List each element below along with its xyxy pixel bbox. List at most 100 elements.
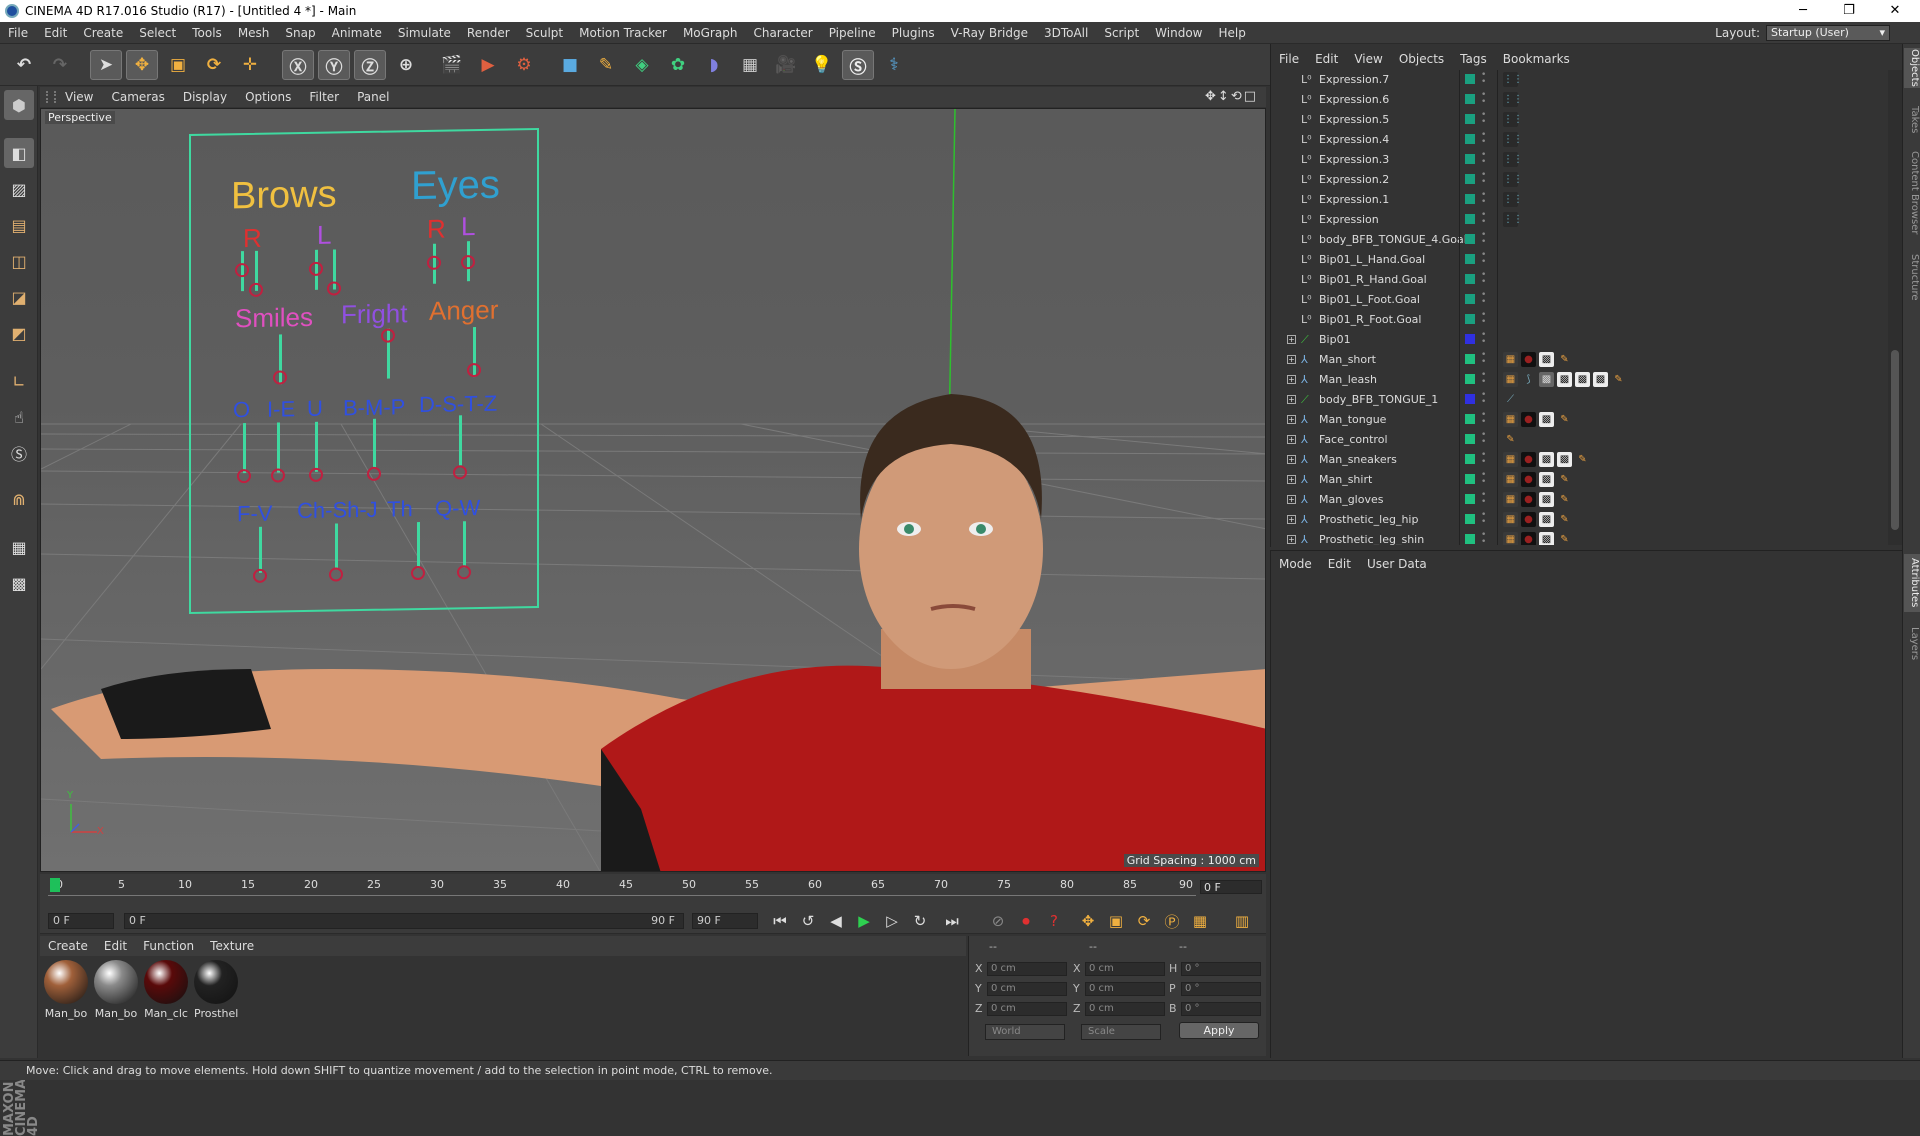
perspective-viewport[interactable]: Perspective Brows Eyes R L R L Smiles Fr… <box>40 108 1266 872</box>
visibility-dots-icon[interactable]: • • <box>1481 471 1486 488</box>
visibility-dots-icon[interactable]: • • <box>1481 211 1486 228</box>
object-name[interactable]: Bip01_R_Hand.Goal <box>1319 273 1427 286</box>
tag-icon[interactable]: ● <box>1521 532 1536 545</box>
attr-menu-edit[interactable]: Edit <box>1320 557 1359 571</box>
material-menu-function[interactable]: Function <box>135 939 202 953</box>
layer-color-swatch[interactable] <box>1465 354 1475 364</box>
object-row[interactable]: + ⅄ Man_tongue • • ▦ ● ▩ ✎ <box>1271 410 1889 430</box>
object-name[interactable]: Bip01 <box>1319 333 1351 346</box>
visibility-dots-icon[interactable]: • • <box>1481 111 1486 128</box>
goto-next-key-icon[interactable]: ↻ <box>908 911 932 931</box>
object-name[interactable]: Bip01_R_Foot.Goal <box>1319 313 1421 326</box>
tag-icon[interactable]: ⟆ <box>1521 372 1536 387</box>
viewport-menu-view[interactable]: View <box>56 90 102 104</box>
obj-menu-edit[interactable]: Edit <box>1307 52 1346 66</box>
brow-l2-knob[interactable] <box>327 281 341 296</box>
menu-mograph[interactable]: MoGraph <box>675 22 746 44</box>
tag-icon[interactable]: ▦ <box>1503 412 1518 427</box>
object-row[interactable]: L⁰ Expression.4 • • ⋮⋮ <box>1271 130 1889 150</box>
tag-icon[interactable]: ▩ <box>1539 512 1554 527</box>
object-name[interactable]: Expression.4 <box>1319 133 1389 146</box>
material-item[interactable]: Man_bo <box>44 960 88 1020</box>
rotate-icon[interactable]: ⟳ <box>198 50 230 80</box>
tag-icon[interactable]: ● <box>1521 452 1536 467</box>
python-icon[interactable]: ⚕ <box>878 50 910 80</box>
object-row[interactable]: L⁰ Bip01_L_Foot.Goal • • <box>1271 290 1889 310</box>
menu-sculpt[interactable]: Sculpt <box>518 22 571 44</box>
material-item[interactable]: Prosthel <box>194 960 238 1020</box>
tag-icon[interactable]: ▦ <box>1503 492 1518 507</box>
tag-icon[interactable]: ⋮⋮ <box>1503 152 1523 167</box>
visibility-dots-icon[interactable]: • • <box>1481 231 1486 248</box>
obj-menu-bookmarks[interactable]: Bookmarks <box>1495 52 1578 66</box>
coord-mode-dropdown[interactable]: Scale <box>1081 1024 1161 1040</box>
viewport-menu-panel[interactable]: Panel <box>348 90 398 104</box>
object-name[interactable]: Bip01_L_Foot.Goal <box>1319 293 1420 306</box>
transform-icon[interactable]: ✛ <box>234 50 266 80</box>
tag-icon[interactable]: ✎ <box>1557 412 1572 427</box>
key-scale-icon[interactable]: ▣ <box>1104 911 1128 931</box>
tag-icon[interactable]: ▩ <box>1539 352 1554 367</box>
visibility-dots-icon[interactable]: • • <box>1481 511 1486 528</box>
pointer-icon[interactable]: ➤ <box>90 50 122 80</box>
anger-knob[interactable] <box>467 362 481 378</box>
tag-icon[interactable]: ⋮⋮ <box>1503 132 1523 147</box>
layer-color-swatch[interactable] <box>1465 114 1475 124</box>
object-list[interactable]: L⁰ Expression.7 • • ⋮⋮ L⁰ Expression.6 • • ⋮⋮ L⁰… <box>1271 70 1889 545</box>
tag-icon[interactable]: ▩ <box>1539 472 1554 487</box>
tag-icon[interactable]: ▦ <box>1503 372 1518 387</box>
tab-layers[interactable]: Layers <box>1904 624 1920 664</box>
viewport-menu-options[interactable]: Options <box>236 90 300 104</box>
menu-pipeline[interactable]: Pipeline <box>821 22 884 44</box>
x-axis-icon[interactable]: Ⓧ <box>282 50 314 80</box>
array-icon[interactable]: ✿ <box>662 50 694 80</box>
points-mode-icon[interactable]: ◫ <box>4 246 34 276</box>
material-menu-create[interactable]: Create <box>40 939 96 953</box>
object-row[interactable]: + ⅄ Man_leash • • ▦ ⟆ ▩ ▩ ▩ ▩ ✎ <box>1271 370 1889 390</box>
menu-plugins[interactable]: Plugins <box>884 22 943 44</box>
material-menu-edit[interactable]: Edit <box>96 939 135 953</box>
scale-icon[interactable]: ▣ <box>162 50 194 80</box>
bmp-knob[interactable] <box>367 466 381 481</box>
size-y-field[interactable]: 0 cm <box>1085 982 1165 996</box>
move-icon[interactable]: ✥ <box>126 50 158 80</box>
qw-knob[interactable] <box>457 565 471 580</box>
goto-prev-key-icon[interactable]: ↺ <box>796 911 820 931</box>
layer-color-swatch[interactable] <box>1465 274 1475 284</box>
visibility-dots-icon[interactable]: • • <box>1481 371 1486 388</box>
brow-r-knob[interactable] <box>235 263 249 278</box>
layer-color-swatch[interactable] <box>1465 414 1475 424</box>
object-row[interactable]: L⁰ Bip01_R_Hand.Goal • • <box>1271 270 1889 290</box>
start-frame-field[interactable]: 0 F <box>48 913 114 929</box>
redo-icon[interactable]: ↷ <box>44 50 76 80</box>
menu-script[interactable]: Script <box>1096 22 1147 44</box>
tag-icon[interactable]: ▦ <box>1503 452 1518 467</box>
tag-icon[interactable]: ⋮⋮ <box>1503 212 1523 227</box>
menu-character[interactable]: Character <box>745 22 820 44</box>
o-knob[interactable] <box>237 468 251 484</box>
step-forward-icon[interactable]: ▷ <box>880 911 904 931</box>
cube-icon[interactable]: ■ <box>554 50 586 80</box>
tag-icon[interactable]: ⋮⋮ <box>1503 72 1523 87</box>
layer-color-swatch[interactable] <box>1465 154 1475 164</box>
menu-file[interactable]: File <box>0 22 36 44</box>
object-name[interactable]: Expression.3 <box>1319 153 1389 166</box>
tag-icon[interactable]: ▩ <box>1593 372 1608 387</box>
workplane-icon[interactable]: ▤ <box>4 210 34 240</box>
object-name[interactable]: Expression.2 <box>1319 173 1389 186</box>
size-z-field[interactable]: 0 cm <box>1085 1002 1165 1016</box>
obj-menu-tags[interactable]: Tags <box>1452 52 1495 66</box>
expand-toggle-icon[interactable]: + <box>1287 395 1296 404</box>
object-row[interactable]: + ⅄ Prosthetic_leg_hip • • ▦ ● ▩ ✎ <box>1271 510 1889 530</box>
visibility-dots-icon[interactable]: • • <box>1481 431 1486 448</box>
object-row[interactable]: L⁰ Expression.6 • • ⋮⋮ <box>1271 90 1889 110</box>
object-name[interactable]: Expression.7 <box>1319 73 1389 86</box>
layer-color-swatch[interactable] <box>1465 514 1475 524</box>
tag-icon[interactable]: ✎ <box>1557 352 1572 367</box>
attr-menu-user-data[interactable]: User Data <box>1359 557 1435 571</box>
light-icon[interactable]: 💡 <box>806 50 838 80</box>
render-picture-icon[interactable]: ▶ <box>472 50 504 80</box>
autokey-icon[interactable]: ⏺ <box>1014 911 1038 931</box>
menu-animate[interactable]: Animate <box>324 22 390 44</box>
solo-icon[interactable]: Ⓢ <box>4 438 34 468</box>
